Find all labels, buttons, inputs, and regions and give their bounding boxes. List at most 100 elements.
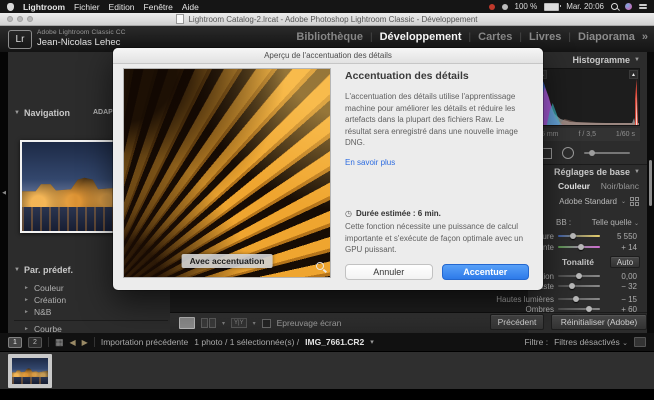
- compare-yy-icon[interactable]: Y|Y: [231, 318, 247, 328]
- profile-chevron-icon[interactable]: ⌄: [621, 198, 626, 205]
- module-overflow-chevron[interactable]: »: [642, 31, 648, 43]
- menu-item-fichier[interactable]: Fichier: [74, 2, 100, 12]
- magnifier-icon[interactable]: [316, 262, 324, 270]
- menu-item-fenetre[interactable]: Fenêtre: [144, 2, 173, 12]
- menu-clock[interactable]: Mar. 20:06: [566, 2, 604, 11]
- siri-icon[interactable]: [625, 3, 632, 10]
- temperature-slider[interactable]: [558, 235, 600, 237]
- before-after-view-icon[interactable]: [201, 318, 216, 328]
- close-window-icon[interactable]: [7, 16, 13, 22]
- tab-couleur[interactable]: Couleur: [558, 181, 590, 191]
- filmstrip-selected-cell[interactable]: [8, 354, 52, 388]
- preset-group-nb[interactable]: ► N&B: [24, 307, 51, 317]
- module-livres[interactable]: Livres: [529, 31, 561, 43]
- exposure-value: 0,00: [604, 272, 637, 281]
- previous-button[interactable]: Précédent: [490, 314, 544, 330]
- traffic-lights[interactable]: [7, 16, 33, 22]
- tint-value: + 14: [604, 243, 637, 252]
- module-cartes[interactable]: Cartes: [478, 31, 512, 43]
- filter-value: Filtres désactivés: [554, 337, 620, 347]
- source-indicator[interactable]: Importation précédente: [101, 337, 188, 347]
- screen-record-icon[interactable]: [489, 4, 495, 10]
- contrast-slider[interactable]: [558, 285, 600, 287]
- white-balance-row: BB : Telle quelle ⌄: [556, 218, 639, 227]
- highlight-clipping-icon[interactable]: ▲: [629, 70, 638, 79]
- minimize-window-icon[interactable]: [17, 16, 23, 22]
- menu-item-edition[interactable]: Edition: [109, 2, 135, 12]
- highlights-slider[interactable]: [558, 298, 600, 300]
- spotlight-icon[interactable]: [611, 3, 618, 10]
- loupe-view-icon[interactable]: [179, 317, 195, 329]
- module-separator: |: [469, 32, 472, 43]
- left-panel-collapse-strip[interactable]: ◀: [0, 52, 8, 333]
- basic-panel-header[interactable]: Réglages de base ▼: [554, 167, 640, 177]
- river-reflection: [12, 377, 48, 384]
- zoom-window-icon[interactable]: [27, 16, 33, 22]
- preset-group-creation[interactable]: ► Création: [24, 295, 66, 305]
- compare-caret-icon[interactable]: ▾: [253, 320, 256, 327]
- identity-plate: Jean-Nicolas Lehec: [37, 37, 120, 48]
- estimated-time-row: ◷ Durée estimée : 6 min.: [345, 209, 529, 218]
- menu-item-aide[interactable]: Aide: [182, 2, 199, 12]
- develop-toolbar: ▾ Y|Y ▾ Epreuvage écran ▾: [170, 312, 528, 333]
- tint-slider[interactable]: [558, 246, 600, 248]
- reset-button[interactable]: Réinitialiser (Adobe): [551, 314, 647, 330]
- spot-removal-tool-icon[interactable]: [562, 147, 574, 159]
- histogram[interactable]: ▲ ▲: [536, 68, 640, 126]
- enhance-preview-image[interactable]: Avec accentuation: [123, 68, 331, 278]
- control-center-icon[interactable]: [639, 4, 647, 9]
- dialog-heading: Accentuation des détails: [345, 70, 529, 82]
- module-separator: |: [568, 32, 571, 43]
- cancel-button[interactable]: Annuler: [345, 264, 433, 280]
- exposure-slider[interactable]: [558, 275, 600, 277]
- filter-dropdown[interactable]: Filtres désactivés ⌄: [554, 337, 628, 347]
- grid-view-icon[interactable]: ▦: [55, 337, 64, 348]
- shadows-slider[interactable]: [558, 308, 600, 310]
- learn-more-link[interactable]: En savoir plus: [345, 158, 529, 167]
- treatment-tabs: Couleur Noir/blanc: [558, 181, 639, 191]
- dialog-description: L'accentuation des détails utilise l'app…: [345, 91, 529, 149]
- tab-noir-blanc[interactable]: Noir/blanc: [601, 181, 639, 191]
- gpu-note: Cette fonction nécessite une puissance d…: [345, 221, 529, 255]
- profile-row: Adobe Standard ⌄: [559, 197, 639, 206]
- apple-menu-icon[interactable]: [7, 3, 14, 11]
- right-panel-scrollbar[interactable]: [649, 160, 652, 206]
- preset-group-couleur[interactable]: ► Couleur: [24, 283, 64, 293]
- wb-label: BB :: [556, 218, 571, 227]
- profile-value[interactable]: Adobe Standard: [559, 197, 617, 206]
- wb-selector[interactable]: Telle quelle ⌄: [592, 218, 639, 227]
- highlights-value: − 15: [604, 295, 637, 304]
- menu-item-lightroom[interactable]: Lightroom: [23, 2, 65, 12]
- second-window-button[interactable]: 2: [28, 337, 42, 348]
- presets-panel-header[interactable]: ▼ Par. prédef.: [14, 265, 73, 275]
- adjustment-slider-icon[interactable]: [584, 152, 630, 154]
- presets-title: Par. prédef.: [24, 265, 73, 275]
- exif-focal: 5 mm: [541, 131, 559, 138]
- filmstrip-thumbnail[interactable]: [12, 358, 48, 384]
- navigation-panel-header[interactable]: ▼ Navigation: [14, 108, 70, 118]
- module-bibliotheque[interactable]: Bibliothèque: [296, 31, 363, 43]
- window-title: Lightroom Catalog-2.lrcat - Adobe Photos…: [188, 15, 477, 24]
- soft-proof-checkbox[interactable]: [262, 319, 271, 328]
- disclosure-down-icon: ▼: [14, 267, 20, 273]
- dialog-content: Accentuation des détails L'accentuation …: [345, 70, 529, 280]
- module-diaporama[interactable]: Diaporama: [578, 31, 635, 43]
- main-window-button[interactable]: 1: [8, 337, 22, 348]
- profile-browser-icon[interactable]: [630, 197, 639, 206]
- preview-state-badge[interactable]: Avec accentuation: [182, 254, 273, 268]
- filter-toggle-icon[interactable]: [634, 337, 646, 347]
- clock-icon: ◷: [345, 209, 352, 218]
- crop-tool-icon[interactable]: [542, 148, 552, 159]
- selected-filename[interactable]: IMG_7661.CR2: [305, 337, 364, 347]
- filmstrip-source-caret-icon[interactable]: ▾: [370, 338, 374, 346]
- auto-tone-button[interactable]: Auto: [610, 256, 640, 268]
- before-after-caret-icon[interactable]: ▾: [222, 320, 225, 327]
- module-developpement[interactable]: Développement: [380, 31, 462, 43]
- next-photo-icon[interactable]: ▶: [82, 338, 88, 347]
- previous-photo-icon[interactable]: ◀: [70, 338, 76, 347]
- histogram-panel-header[interactable]: Histogramme ▼: [573, 55, 640, 65]
- status-icon[interactable]: [502, 4, 508, 10]
- basic-title: Réglages de base: [554, 167, 630, 177]
- filter-caret-icon: ⌄: [622, 340, 628, 347]
- enhance-button[interactable]: Accentuer: [442, 264, 530, 280]
